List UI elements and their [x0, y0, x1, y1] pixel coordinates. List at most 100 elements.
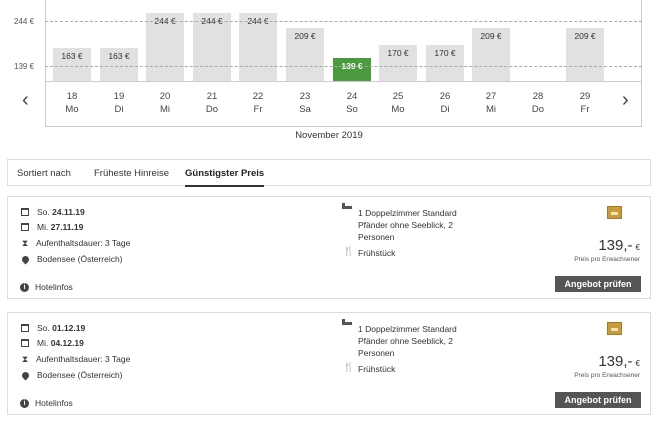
- price-note: Preis pro Erwachsener: [574, 256, 640, 263]
- chevron-right-icon[interactable]: ›: [622, 90, 629, 110]
- hourglass-icon: ⧗: [21, 237, 29, 248]
- day-column[interactable]: 18 Mo: [53, 90, 91, 116]
- day-number: 23: [299, 91, 311, 102]
- price-bar[interactable]: 139 €: [333, 58, 371, 81]
- price-bar[interactable]: 170 €: [379, 45, 417, 81]
- price-bar-label: 170 €: [434, 48, 456, 58]
- day-column[interactable]: 22 Fr: [239, 90, 277, 116]
- price: 139,- €: [598, 237, 640, 254]
- price-note: Preis pro Erwachsener: [574, 372, 640, 379]
- return-date: 04.12.19: [50, 338, 84, 348]
- depart-prefix: So.: [37, 323, 50, 333]
- price-bar[interactable]: 209 €: [472, 28, 510, 81]
- price-bar-label: 209 €: [574, 31, 596, 41]
- price-bar[interactable]: 244 €: [146, 13, 184, 81]
- hotelinfo-label: Hotelinfos: [35, 282, 73, 292]
- check-offer-button[interactable]: Angebot prüfen: [555, 276, 641, 292]
- room-line-2: Pfänder ohne Seeblick, 2: [358, 336, 453, 346]
- location: Bodensee (Österreich): [37, 370, 123, 380]
- calendar-icon: [21, 339, 29, 347]
- sort-option-cheapest[interactable]: Günstigster Preis: [185, 168, 265, 187]
- fork-knife-icon: 🍴: [343, 362, 355, 372]
- day-column[interactable]: 19 Di: [100, 90, 138, 116]
- chart-baseline: [45, 81, 642, 82]
- day-number: 21: [206, 91, 218, 102]
- bed-icon: [342, 319, 352, 326]
- return-date: 27.11.19: [50, 222, 84, 232]
- day-column[interactable]: 27 Mi: [472, 90, 510, 116]
- price-calendar-chart: 244 € 139 € 163 €163 €244 €244 €244 €209…: [0, 0, 658, 150]
- return-line: Mi. 27.11.19: [20, 221, 83, 233]
- location-line: Bodensee (Österreich): [20, 369, 123, 381]
- day-number: 27: [485, 91, 497, 102]
- price-amount: 139,-: [598, 237, 633, 254]
- day-column[interactable]: 26 Di: [426, 90, 464, 116]
- day-weekday: Do: [531, 104, 545, 115]
- price-bar-label: 209 €: [294, 31, 316, 41]
- hotel-thumbnail[interactable]: [607, 322, 622, 335]
- chart-frame-left: [45, 0, 46, 126]
- return-line: Mi. 04.12.19: [20, 337, 84, 349]
- gridline-high: [45, 21, 642, 22]
- price-bar[interactable]: 209 €: [566, 28, 604, 81]
- day-weekday: So: [346, 104, 358, 115]
- price-bar[interactable]: 170 €: [426, 45, 464, 81]
- hotelinfo-link[interactable]: i Hotelinfos: [20, 281, 73, 293]
- price-bar[interactable]: 209 €: [286, 28, 324, 81]
- return-prefix: Mi.: [37, 222, 49, 232]
- price-bar-label: 209 €: [480, 31, 502, 41]
- price-bar-label: 163 €: [108, 51, 130, 61]
- y-tick-label-low: 139 €: [14, 62, 35, 71]
- day-weekday: Fr: [253, 104, 263, 115]
- sort-option-earliest[interactable]: Früheste Hinreise: [94, 168, 169, 179]
- day-column[interactable]: 29 Fr: [566, 90, 604, 116]
- day-weekday: Di: [440, 104, 450, 115]
- calendar-icon: [21, 208, 29, 216]
- fork-knife-icon: 🍴: [343, 246, 355, 256]
- hotel-thumbnail[interactable]: [607, 206, 622, 219]
- room-line-1: 1 Doppelzimmer Standard: [358, 208, 457, 218]
- day-weekday: Mi: [159, 104, 171, 115]
- day-weekday: Mo: [65, 104, 79, 115]
- duration-line: ⧗ Aufenthaltsdauer: 3 Tage: [20, 353, 131, 365]
- chart-frame-bottom: [45, 126, 642, 127]
- day-column[interactable]: 21 Do: [193, 90, 231, 116]
- location-line: Bodensee (Österreich): [20, 253, 123, 265]
- day-number: 24: [346, 91, 358, 102]
- price-bar[interactable]: 163 €: [100, 48, 138, 81]
- location-pin-icon: [20, 370, 31, 380]
- chart-frame-right: [641, 0, 642, 126]
- hotelinfo-link[interactable]: i Hotelinfos: [20, 397, 73, 409]
- price-bar[interactable]: 244 €: [239, 13, 277, 81]
- day-weekday: Sa: [299, 104, 311, 115]
- price-bar[interactable]: 244 €: [193, 13, 231, 81]
- room-line-3: Personen: [358, 232, 395, 242]
- day-number: 26: [439, 91, 451, 102]
- day-column[interactable]: 23 Sa: [286, 90, 324, 116]
- calendar-icon: [21, 324, 29, 332]
- y-tick-label-high: 244 €: [14, 17, 35, 26]
- check-offer-button[interactable]: Angebot prüfen: [555, 392, 641, 408]
- price-amount: 139,-: [598, 353, 633, 370]
- sort-label: Sortiert nach: [17, 168, 71, 179]
- room-line-2: Pfänder ohne Seeblick, 2: [358, 220, 453, 230]
- day-number: 28: [532, 91, 544, 102]
- gridline-low: [45, 66, 642, 67]
- chevron-left-icon[interactable]: ‹: [22, 90, 29, 110]
- depart-prefix: So.: [37, 207, 50, 217]
- day-column[interactable]: 24 So: [333, 90, 371, 116]
- location-pin-icon: [20, 254, 31, 264]
- day-number: 19: [113, 91, 125, 102]
- month-label: November 2019: [295, 130, 363, 141]
- day-column[interactable]: 25 Mo: [379, 90, 417, 116]
- duration: Aufenthaltsdauer: 3 Tage: [36, 238, 131, 248]
- day-number: 25: [392, 91, 404, 102]
- info-icon: i: [20, 398, 29, 408]
- day-column[interactable]: 28 Do: [519, 90, 557, 116]
- day-column[interactable]: 20 Mi: [146, 90, 184, 116]
- sort-bar: Sortiert nach Früheste Hinreise Günstigs…: [7, 159, 651, 187]
- price-bar[interactable]: 163 €: [53, 48, 91, 81]
- meal: Frühstück: [358, 248, 396, 258]
- calendar-icon: [21, 223, 29, 231]
- day-number: 18: [66, 91, 78, 102]
